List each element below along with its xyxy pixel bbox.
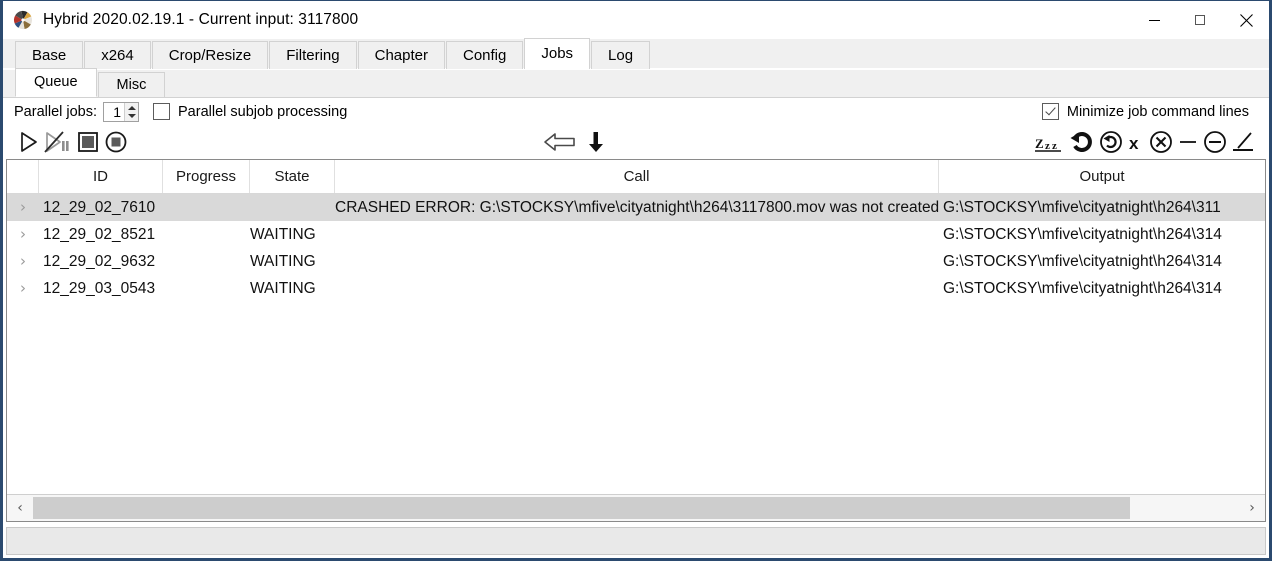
jobs-table-header: ID Progress State Call Output (7, 160, 1265, 194)
stop-icon[interactable] (75, 128, 101, 156)
svg-text:Z: Z (1035, 136, 1044, 151)
row-expand-toggle[interactable]: › (7, 227, 39, 242)
tab-filtering[interactable]: Filtering (269, 41, 357, 69)
cell-state: WAITING (250, 225, 316, 243)
cell-output: G:\STOCKSY\mfive\cityatnight\h264\314 (943, 252, 1222, 270)
parallel-jobs-label: Parallel jobs: (14, 103, 98, 120)
column-header-expand[interactable] (7, 160, 39, 193)
queue-toolbar: Z z z x (3, 125, 1269, 158)
minimize-icon (1148, 19, 1160, 21)
column-header-state[interactable]: State (250, 160, 335, 193)
chevron-right-icon: › (20, 254, 26, 269)
toolbar-center-group (543, 128, 605, 156)
subtab-misc[interactable]: Misc (97, 72, 166, 97)
tab-log[interactable]: Log (591, 41, 651, 69)
remove-all-icon[interactable] (1202, 128, 1228, 156)
tab-jobs[interactable]: Jobs (524, 38, 591, 69)
move-down-icon[interactable] (587, 128, 605, 156)
svg-text:z: z (1052, 140, 1057, 152)
abort-icon[interactable] (103, 128, 129, 156)
scrollbar-track[interactable] (33, 495, 1239, 521)
row-expand-toggle[interactable]: › (7, 254, 39, 269)
table-row[interactable]: › 12_29_03_0543 WAITING G:\STOCKSY\mfive… (7, 275, 1265, 302)
remove-icon[interactable] (1177, 128, 1199, 156)
window-title: Hybrid 2020.02.19.1 - Current input: 311… (43, 11, 359, 28)
spinner-down-icon[interactable] (125, 112, 138, 121)
scroll-right-arrow-icon[interactable]: › (1239, 495, 1265, 521)
chevron-right-icon: › (20, 281, 26, 296)
move-left-icon[interactable] (543, 128, 577, 156)
column-header-call[interactable]: Call (335, 160, 939, 193)
tab-chapter[interactable]: Chapter (357, 41, 445, 69)
horizontal-scrollbar[interactable]: ‹ › (7, 494, 1265, 521)
jobs-queue-pane: Parallel jobs: 1 Parallel subjob process… (3, 98, 1269, 558)
cell-call: CRASHED ERROR: G:\STOCKSY\mfive\cityatni… (335, 198, 939, 216)
parallel-subjob-checkbox[interactable] (153, 103, 171, 120)
column-header-id[interactable]: ID (39, 160, 163, 193)
parallel-subjob-label: Parallel subjob processing (178, 103, 348, 120)
table-row[interactable]: › 12_29_02_8521 WAITING G:\STOCKSY\mfive… (7, 221, 1265, 248)
jobs-table-body: › 12_29_02_7610 CRASHED ERROR: G:\STOCKS… (7, 194, 1265, 494)
reset-all-icon[interactable] (1098, 128, 1124, 156)
svg-text:z: z (1045, 140, 1050, 152)
tab-x264[interactable]: x264 (84, 41, 151, 69)
cell-id: 12_29_02_8521 (43, 225, 156, 243)
minimize-command-lines-label: Minimize job command lines (1066, 103, 1249, 120)
application-window: Hybrid 2020.02.19.1 - Current input: 311… (0, 0, 1272, 561)
tab-crop-resize[interactable]: Crop/Resize (151, 41, 269, 69)
options-right-group: Minimize job command lines (1028, 103, 1255, 120)
parallel-jobs-stepper[interactable]: 1 (103, 101, 140, 122)
tab-base[interactable]: Base (15, 41, 84, 69)
cell-id: 12_29_02_9632 (43, 252, 156, 270)
jobs-table: ID Progress State Call Output › 12_29_02… (6, 159, 1266, 522)
scroll-left-arrow-icon[interactable]: ‹ (7, 495, 33, 521)
options-row: Parallel jobs: 1 Parallel subjob process… (3, 98, 1269, 125)
svg-text:x: x (1129, 134, 1139, 153)
cell-state: WAITING (250, 279, 316, 297)
delete-all-icon[interactable] (1148, 128, 1174, 156)
minimize-button[interactable] (1131, 1, 1177, 39)
start-paused-icon[interactable] (43, 128, 73, 156)
column-header-progress[interactable]: Progress (163, 160, 250, 193)
toolbar-right-group: Z z z x (1034, 128, 1257, 156)
main-tab-bar: Base x264 Crop/Resize Filtering Chapter … (3, 38, 1269, 70)
close-button[interactable] (1223, 1, 1269, 39)
toolbar-left-group (15, 128, 129, 156)
row-expand-toggle[interactable]: › (7, 281, 39, 296)
column-header-output[interactable]: Output (939, 160, 1265, 193)
cell-state: WAITING (250, 252, 316, 270)
start-queue-icon[interactable] (15, 128, 41, 156)
cell-id: 12_29_02_7610 (43, 198, 156, 216)
scrollbar-thumb[interactable] (33, 497, 1131, 519)
reset-icon[interactable] (1069, 128, 1095, 156)
maximize-icon (1195, 15, 1205, 25)
subtab-queue[interactable]: Queue (15, 68, 97, 97)
close-icon (1239, 13, 1253, 27)
cell-id: 12_29_03_0543 (43, 279, 156, 297)
tab-config[interactable]: Config (446, 41, 524, 69)
parallel-jobs-value[interactable]: 1 (104, 103, 124, 121)
sleep-icon[interactable]: Z z z (1034, 128, 1066, 156)
chevron-right-icon: › (20, 200, 26, 215)
clear-icon[interactable] (1231, 128, 1257, 156)
cell-output: G:\STOCKSY\mfive\cityatnight\h264\314 (943, 279, 1222, 297)
pinwheel-icon (12, 9, 34, 31)
cell-output: G:\STOCKSY\mfive\cityatnight\h264\314 (943, 225, 1222, 243)
status-bar (6, 527, 1266, 555)
cell-output: G:\STOCKSY\mfive\cityatnight\h264\311 (943, 198, 1221, 216)
chevron-right-icon: › (20, 227, 26, 242)
delete-icon[interactable]: x (1127, 128, 1145, 156)
spinner-up-icon[interactable] (125, 103, 138, 112)
table-row[interactable]: › 12_29_02_9632 WAITING G:\STOCKSY\mfive… (7, 248, 1265, 275)
parallel-jobs-arrows[interactable] (124, 102, 139, 121)
maximize-button[interactable] (1177, 1, 1223, 39)
window-controls (1131, 1, 1269, 39)
table-row[interactable]: › 12_29_02_7610 CRASHED ERROR: G:\STOCKS… (7, 194, 1265, 221)
title-bar: Hybrid 2020.02.19.1 - Current input: 311… (3, 1, 1269, 39)
row-expand-toggle[interactable]: › (7, 200, 39, 215)
minimize-command-lines-checkbox[interactable] (1041, 103, 1059, 120)
sub-tab-bar: Queue Misc (3, 68, 1269, 98)
